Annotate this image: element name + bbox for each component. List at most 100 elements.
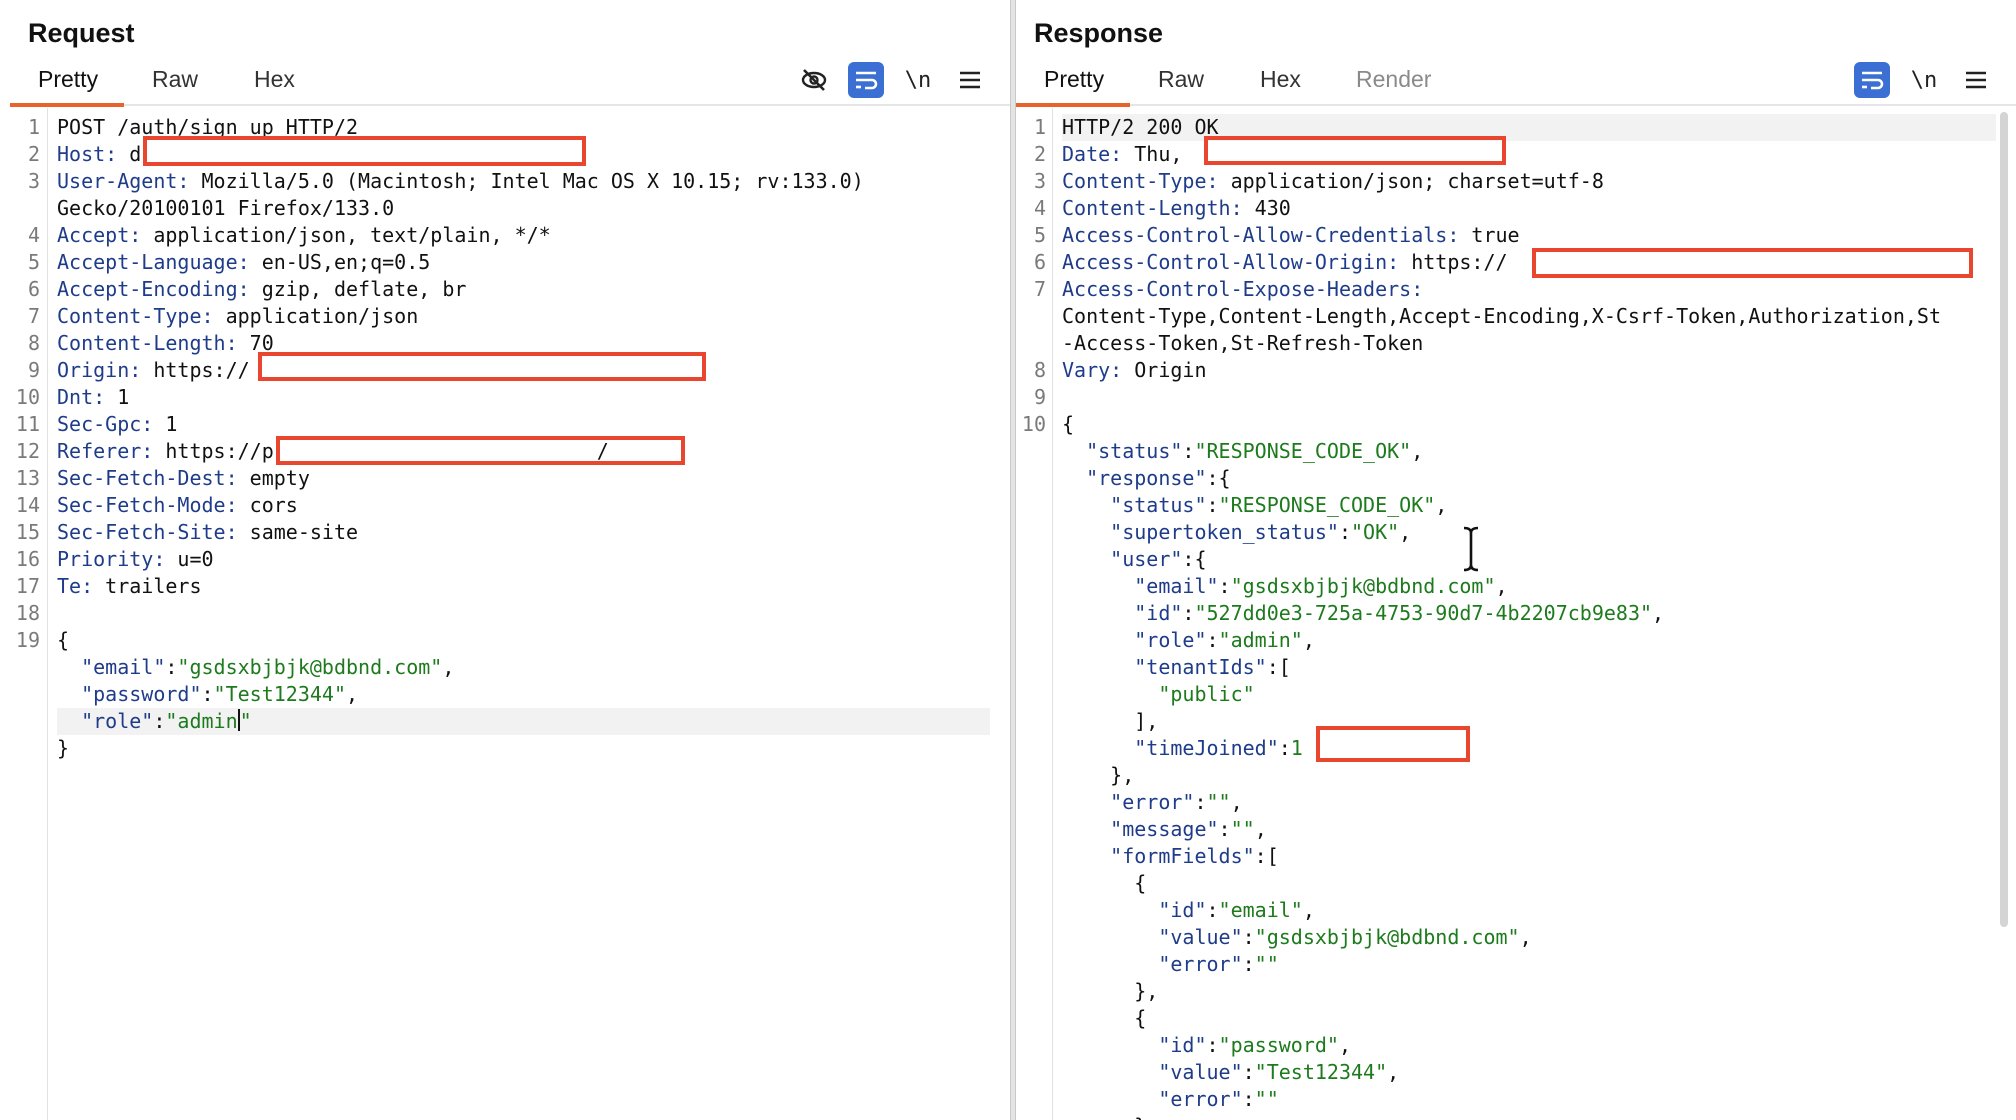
json-punct: } — [57, 736, 70, 760]
header-value: 1 — [105, 385, 130, 409]
header-name: Content-Type: — [1062, 169, 1219, 193]
json-key: "timeJoined" — [1062, 736, 1279, 760]
newline-icon[interactable]: \n — [900, 62, 936, 98]
line-number: 8 — [1033, 358, 1046, 382]
header-value: en-US,en;q=0.5 — [249, 250, 431, 274]
header-name: Sec-Fetch-Mode: — [57, 493, 238, 517]
request-tab-raw[interactable]: Raw — [150, 66, 200, 93]
request-header-line: Te: trailers — [57, 573, 990, 600]
response-tab-raw[interactable]: Raw — [1156, 66, 1206, 93]
header-value: https://p — [153, 439, 274, 463]
request-header-line: Accept-Language: en-US,en;q=0.5 — [57, 249, 990, 276]
json-key: "tenantIds" — [1062, 655, 1267, 679]
header-name: Accept: — [57, 223, 142, 247]
json-punct: " — [239, 709, 252, 733]
json-punct: { — [1062, 1006, 1147, 1030]
request-body-line: } — [57, 735, 990, 762]
json-punct: ], — [1062, 709, 1159, 733]
json-punct: [ — [1278, 655, 1291, 679]
json-punct: [ — [1266, 844, 1279, 868]
header-value: true — [1459, 223, 1520, 247]
hide-icon[interactable] — [796, 62, 832, 98]
header-name: Dnt: — [57, 385, 106, 409]
request-header-line: Dnt: 1 — [57, 384, 990, 411]
response-body-line: "role":"admin", — [1062, 627, 1996, 654]
line-number: 3 — [27, 169, 40, 193]
response-body-line: } — [1062, 1113, 1996, 1120]
header-name: Vary: — [1062, 358, 1123, 382]
header-name: Content-Type: — [57, 304, 214, 328]
json-punct: , — [442, 655, 455, 679]
header-value: application/json — [213, 304, 419, 328]
menu-icon[interactable] — [1958, 62, 1994, 98]
response-body-line: "response":{ — [1062, 465, 1996, 492]
json-colon: : — [1266, 655, 1279, 679]
json-colon: : — [1242, 1060, 1255, 1084]
request-header-line: Accept-Encoding: gzip, deflate, br — [57, 276, 990, 303]
line-number: 4 — [27, 223, 40, 247]
json-colon: : — [1338, 520, 1351, 544]
response-scrollbar[interactable] — [2000, 112, 2008, 927]
response-tab-hex[interactable]: Hex — [1258, 66, 1303, 93]
response-tab-render[interactable]: Render — [1354, 66, 1433, 93]
response-body-line: }, — [1062, 762, 1996, 789]
wrap-icon[interactable] — [1854, 62, 1890, 98]
json-colon: : — [1182, 439, 1195, 463]
response-body-line: "error":"" — [1062, 951, 1996, 978]
newline-icon[interactable]: \n — [1906, 62, 1942, 98]
json-punct: , — [1387, 1060, 1400, 1084]
header-name: Accept-Encoding: — [57, 277, 250, 301]
request-pane: Request Pretty Raw Hex \n 1 POST /auth/si… — [0, 0, 1010, 1120]
wrap-icon[interactable] — [848, 62, 884, 98]
redaction-box — [143, 136, 586, 166]
request-header-line: { — [57, 627, 990, 654]
response-body-line: "id":"password", — [1062, 1032, 1996, 1059]
line-number: 11 — [15, 412, 40, 436]
request-header-line: Sec-Fetch-Dest: empty — [57, 465, 990, 492]
response-body-line: "message":"", — [1062, 816, 1996, 843]
redaction-box — [1316, 726, 1470, 762]
menu-icon[interactable] — [952, 62, 988, 98]
response-body-line: "value":"gsdsxbjbjk@bdbnd.com", — [1062, 924, 1996, 951]
response-pane: Response Pretty Raw Hex Render \n 1 HTTP/… — [1016, 0, 2016, 1120]
json-punct: , — [1495, 574, 1508, 598]
request-header-line: Sec-Gpc: 1 — [57, 411, 990, 438]
json-value: "RESPONSE_CODE_OK" — [1194, 439, 1412, 463]
response-header-line: Content-Type: application/json; charset=… — [1062, 168, 1996, 195]
json-punct: , — [1230, 790, 1243, 814]
line-number: 10 — [15, 385, 40, 409]
response-body-line: "value":"Test12344", — [1062, 1059, 1996, 1086]
request-header-line: Sec-Fetch-Site: same-site — [57, 519, 990, 546]
json-punct: }, — [1062, 979, 1159, 1003]
response-header-line — [1062, 384, 1996, 411]
json-key: "status" — [1062, 493, 1207, 517]
header-name: Date: — [1062, 142, 1123, 166]
json-value: "admin" — [1218, 628, 1303, 652]
json-colon: : — [1206, 493, 1219, 517]
header-value: Gecko/20100101 Firefox/133.0 — [57, 196, 395, 220]
json-key: "role" — [1062, 628, 1207, 652]
response-body-line: "error":"", — [1062, 789, 1996, 816]
response-tab-pretty[interactable]: Pretty — [1042, 66, 1106, 93]
header-value: empty — [237, 466, 310, 490]
line-number: 9 — [27, 358, 40, 382]
request-editor[interactable]: 1 POST /auth/sign_up HTTP/2 2 Host: d 3 User-… — [10, 108, 1010, 1120]
request-header-line: Sec-Fetch-Mode: cors — [57, 492, 990, 519]
line-number: 19 — [15, 628, 40, 652]
response-body-line: "email":"gsdsxbjbjk@bdbnd.com", — [1062, 573, 1996, 600]
header-value: { — [57, 628, 70, 652]
header-value: { — [1062, 412, 1075, 436]
header-name: Priority: — [57, 547, 166, 571]
header-value: Content-Type,Content-Length,Accept-Encod… — [1062, 304, 1941, 328]
header-name: Content-Length: — [1062, 196, 1243, 220]
response-header-line: { — [1062, 411, 1996, 438]
request-tab-hex[interactable]: Hex — [252, 66, 297, 93]
request-tab-pretty[interactable]: Pretty — [36, 66, 100, 93]
line-number: 1 — [1033, 115, 1046, 139]
header-name: Referer: — [57, 439, 154, 463]
header-value: d — [117, 142, 142, 166]
json-colon: : — [1194, 790, 1207, 814]
response-body-line: "supertoken_status":"OK", — [1062, 519, 1996, 546]
response-active-tab-indicator — [1016, 103, 1130, 107]
json-punct: { — [1062, 871, 1147, 895]
